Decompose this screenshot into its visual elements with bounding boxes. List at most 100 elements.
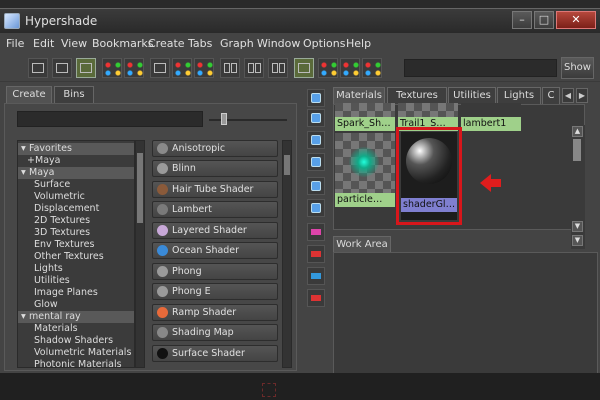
title-bar[interactable]: Hypershade – □ ✕ bbox=[0, 9, 600, 33]
category-glow[interactable]: Glow bbox=[18, 299, 134, 311]
category-materials[interactable]: Materials bbox=[18, 323, 134, 335]
bottom-tabs-icon[interactable] bbox=[307, 109, 325, 127]
category-env-textures[interactable]: Env Textures bbox=[18, 239, 134, 251]
expand-icon[interactable]: ▾ bbox=[21, 167, 29, 179]
rearrange-graph-icon[interactable] bbox=[340, 58, 360, 78]
scroll-thumb[interactable] bbox=[137, 153, 143, 223]
expand-icon[interactable]: ▾ bbox=[21, 143, 29, 155]
category-scrollbar[interactable] bbox=[135, 140, 145, 368]
shader-ocean-button[interactable]: Ocean Shader bbox=[152, 242, 278, 259]
plus-icon[interactable]: + bbox=[27, 155, 35, 167]
tab-materials[interactable]: Materials bbox=[333, 87, 385, 104]
layout-bottom-icon[interactable] bbox=[52, 58, 72, 78]
graph-settings-icon[interactable] bbox=[362, 58, 382, 78]
sort-az-icon[interactable] bbox=[307, 223, 325, 241]
materials-scrollbar[interactable]: ▲ ▼ ▼ bbox=[571, 125, 585, 249]
tab-lights[interactable]: Lights bbox=[497, 87, 541, 104]
menu-help[interactable]: Help bbox=[346, 37, 371, 50]
category-favorites-maya[interactable]: +Maya bbox=[18, 155, 134, 167]
category-displacement[interactable]: Displacement bbox=[18, 203, 134, 215]
slider-thumb[interactable] bbox=[221, 113, 227, 125]
category-volumetric[interactable]: Volumetric bbox=[18, 191, 134, 203]
expand-icon[interactable]: ▾ bbox=[21, 311, 29, 323]
tab-bins[interactable]: Bins bbox=[54, 86, 94, 104]
graph-materials-icon[interactable] bbox=[294, 58, 314, 78]
toolbar-search-field[interactable] bbox=[404, 59, 557, 77]
layout-split-icon[interactable] bbox=[76, 58, 96, 78]
scroll-thumb[interactable] bbox=[573, 139, 581, 161]
shader-anisotropic-button[interactable]: Anisotropic bbox=[152, 140, 278, 157]
material-particle-shader[interactable]: particle… bbox=[335, 129, 395, 231]
category-2d-textures[interactable]: 2D Textures bbox=[18, 215, 134, 227]
shader-phong-e-button[interactable]: Phong E bbox=[152, 283, 278, 300]
shader-ramp-button[interactable]: Ramp Shader bbox=[152, 304, 278, 321]
menu-options[interactable]: Options bbox=[303, 37, 345, 50]
sort-reverse-icon[interactable] bbox=[307, 289, 325, 307]
tab-scroll-right-icon[interactable]: ▶ bbox=[576, 88, 588, 103]
menu-graph[interactable]: Graph bbox=[220, 37, 254, 50]
shader-lambert-button[interactable]: Lambert bbox=[152, 201, 278, 218]
category-3d-textures[interactable]: 3D Textures bbox=[18, 227, 134, 239]
tab-textures[interactable]: Textures bbox=[387, 87, 447, 104]
create-search-field[interactable] bbox=[17, 111, 203, 127]
sort-type-icon[interactable] bbox=[307, 245, 325, 263]
swatch-large-icon[interactable] bbox=[307, 177, 325, 195]
minimize-button[interactable]: – bbox=[512, 11, 532, 29]
brush-icon[interactable] bbox=[150, 58, 170, 78]
swatch-medium-icon[interactable] bbox=[307, 153, 325, 171]
category-maya[interactable]: ▾ Maya bbox=[18, 167, 134, 179]
shader-surface-button[interactable]: Surface Shader bbox=[152, 345, 278, 362]
menu-file[interactable]: File bbox=[6, 37, 24, 50]
tab-scroll-left-icon[interactable]: ◀ bbox=[562, 88, 574, 103]
menu-view[interactable]: View bbox=[61, 37, 87, 50]
scroll-up-icon[interactable]: ▲ bbox=[572, 126, 583, 137]
category-utilities[interactable]: Utilities bbox=[18, 275, 134, 287]
category-photonic-materials[interactable]: Photonic Materials bbox=[18, 359, 134, 367]
category-shadow-shaders[interactable]: Shadow Shaders bbox=[18, 335, 134, 347]
tab-utilities[interactable]: Utilities bbox=[448, 87, 496, 104]
sort-time-icon[interactable] bbox=[307, 267, 325, 285]
category-image-planes[interactable]: Image Planes bbox=[18, 287, 134, 299]
top-tabs-icon[interactable] bbox=[307, 89, 325, 107]
input-connections-icon[interactable] bbox=[220, 58, 240, 78]
work-area[interactable] bbox=[333, 252, 598, 374]
menu-edit[interactable]: Edit bbox=[33, 37, 54, 50]
output-connections-icon[interactable] bbox=[268, 58, 288, 78]
category-surface[interactable]: Surface bbox=[18, 179, 134, 191]
tab-cameras[interactable]: C bbox=[542, 87, 560, 104]
layout-single-icon[interactable] bbox=[28, 58, 48, 78]
shader-phong-button[interactable]: Phong bbox=[152, 263, 278, 280]
show-button[interactable]: Show bbox=[561, 57, 594, 79]
menu-tabs[interactable]: Tabs bbox=[188, 37, 212, 50]
in-out-connections-icon[interactable] bbox=[244, 58, 264, 78]
menu-bookmarks[interactable]: Bookmarks bbox=[92, 37, 153, 50]
swatch-small-icon[interactable] bbox=[307, 131, 325, 149]
material-shader-glass[interactable]: shaderGl… bbox=[401, 132, 457, 220]
graph-upstream-icon[interactable] bbox=[102, 58, 122, 78]
shader-layered-button[interactable]: Layered Shader bbox=[152, 222, 278, 239]
shader-shading-map-button[interactable]: Shading Map bbox=[152, 324, 278, 341]
category-volumetric-materials[interactable]: Volumetric Materials bbox=[18, 347, 134, 359]
menu-window[interactable]: Window bbox=[257, 37, 300, 50]
graph-downstream-icon[interactable] bbox=[124, 58, 144, 78]
scroll-thumb[interactable] bbox=[284, 155, 290, 175]
scroll-end-icon[interactable]: ▼ bbox=[572, 235, 583, 246]
category-favorites[interactable]: ▾ Favorites bbox=[18, 143, 134, 155]
material-lambert1[interactable]: lambert1 bbox=[461, 103, 521, 207]
shader-hair-tube-button[interactable]: Hair Tube Shader bbox=[152, 181, 278, 198]
shader-blinn-button[interactable]: Blinn bbox=[152, 160, 278, 177]
render-sphere-icon[interactable] bbox=[194, 58, 214, 78]
clear-graph-icon[interactable] bbox=[318, 58, 338, 78]
swatch-xlarge-icon[interactable] bbox=[307, 199, 325, 217]
scroll-down-icon[interactable]: ▼ bbox=[572, 221, 583, 232]
graph-network-icon[interactable] bbox=[172, 58, 192, 78]
shader-scrollbar[interactable] bbox=[282, 140, 292, 368]
tab-work-area[interactable]: Work Area bbox=[333, 236, 391, 253]
category-other-textures[interactable]: Other Textures bbox=[18, 251, 134, 263]
close-button[interactable]: ✕ bbox=[556, 11, 596, 29]
tab-create[interactable]: Create bbox=[6, 86, 52, 104]
category-lights[interactable]: Lights bbox=[18, 263, 134, 275]
menu-create[interactable]: Create bbox=[148, 37, 185, 50]
category-mental-ray[interactable]: ▾ mental ray bbox=[18, 311, 134, 323]
maximize-button[interactable]: □ bbox=[534, 11, 554, 29]
